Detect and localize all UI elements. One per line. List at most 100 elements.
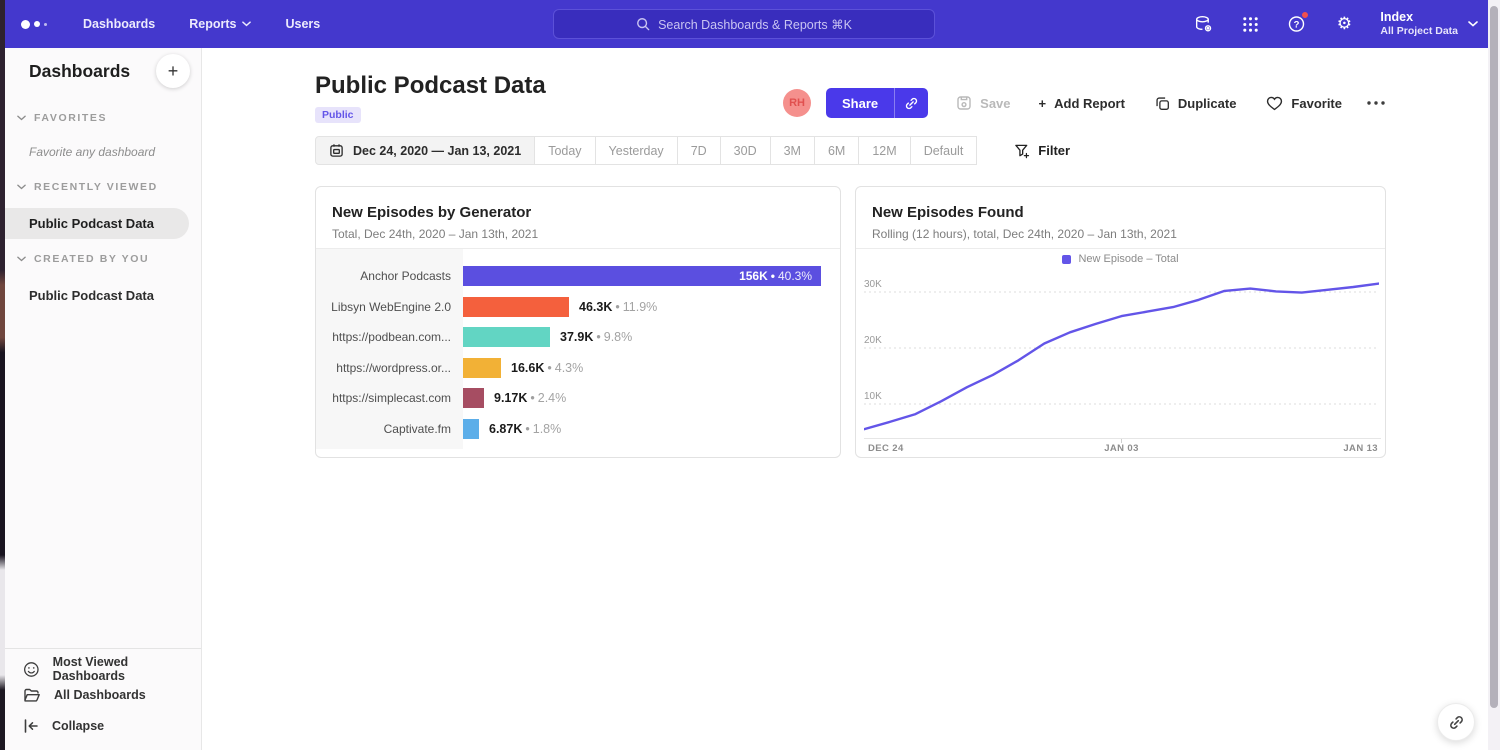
preset-30d[interactable]: 30D	[721, 136, 771, 165]
sidebar-footer: Most Viewed Dashboards All Dashboards Co…	[5, 648, 201, 750]
ellipsis-icon	[1366, 100, 1386, 106]
section-created-by-you[interactable]: CREATED BY YOU	[17, 253, 149, 265]
collapse-sidebar-button[interactable]: Collapse	[23, 719, 104, 733]
bar-wordpress[interactable]	[463, 358, 501, 378]
bar-category-label: https://wordpress.or...	[316, 358, 451, 378]
top-navigation: Dashboards Reports Users	[83, 17, 320, 31]
preset-yesterday[interactable]: Yesterday	[596, 136, 678, 165]
data-sources-icon[interactable]	[1192, 13, 1214, 35]
chevron-down-icon	[17, 115, 26, 121]
bar-value-label: 46.3K•11.9%	[579, 297, 657, 317]
save-button[interactable]: Save	[956, 95, 1010, 111]
chart-title: New Episodes by Generator	[332, 204, 531, 221]
bar-category-label: https://simplecast.com	[316, 388, 451, 408]
workspace-switcher[interactable]: Index All Project Data	[1380, 10, 1478, 39]
nav-reports-label: Reports	[189, 17, 236, 31]
apps-grid-icon[interactable]	[1239, 13, 1261, 35]
save-icon	[956, 95, 972, 111]
duplicate-button[interactable]: Duplicate	[1155, 96, 1237, 111]
settings-gear-icon[interactable]: ⚙	[1333, 13, 1355, 35]
chart-subtitle: Total, Dec 24th, 2020 – Jan 13th, 2021	[332, 227, 538, 241]
chevron-down-icon	[242, 21, 251, 27]
plus-icon: +	[1039, 97, 1047, 110]
bar-category-label: Anchor Podcasts	[316, 266, 451, 286]
preset-7d[interactable]: 7D	[678, 136, 721, 165]
preset-default[interactable]: Default	[911, 136, 978, 165]
workspace-name: Index	[1380, 10, 1458, 26]
folder-icon	[23, 687, 41, 703]
bar-value-inside: 156K•40.3%	[463, 266, 821, 286]
chart-subtitle: Rolling (12 hours), total, Dec 24th, 202…	[872, 227, 1177, 241]
plus-icon: +	[168, 61, 179, 82]
section-favorites[interactable]: FAVORITES	[17, 112, 107, 124]
search-input[interactable]: Search Dashboards & Reports ⌘K	[553, 9, 935, 39]
preset-3m[interactable]: 3M	[771, 136, 815, 165]
help-icon[interactable]: ?	[1286, 13, 1308, 35]
preset-label: 30D	[734, 144, 757, 158]
bar-value-label: 9.17K•2.4%	[494, 388, 566, 408]
bar-value-label: 6.87K•1.8%	[489, 419, 561, 439]
copy-link-button[interactable]	[894, 88, 928, 118]
legend-swatch	[1062, 255, 1071, 264]
collapse-label: Collapse	[52, 719, 104, 733]
filter-button[interactable]: Filter	[1014, 143, 1070, 159]
all-dashboards-label: All Dashboards	[54, 688, 146, 702]
preset-today[interactable]: Today	[535, 136, 595, 165]
bar-simplecast[interactable]	[463, 388, 484, 408]
recently-viewed-header: RECENTLY VIEWED	[34, 181, 158, 193]
chevron-down-icon	[17, 184, 26, 190]
sidebar-title: Dashboards	[29, 61, 130, 82]
preset-12m[interactable]: 12M	[859, 136, 910, 165]
sidebar-item-public-podcast-data-active[interactable]: Public Podcast Data	[5, 208, 189, 239]
bar-value-label: 37.9K•9.8%	[560, 327, 632, 347]
nav-dashboards-label: Dashboards	[83, 17, 155, 31]
heart-icon	[1266, 96, 1283, 111]
page-title: Public Podcast Data	[315, 72, 546, 100]
add-dashboard-button[interactable]: +	[156, 54, 190, 88]
floating-copy-link-button[interactable]	[1437, 703, 1475, 741]
favorites-empty-text: Favorite any dashboard	[29, 145, 155, 159]
sidebar-item-label: Public Podcast Data	[29, 216, 154, 231]
visibility-badge: Public	[315, 107, 361, 123]
date-range-picker[interactable]: Dec 24, 2020 — Jan 13, 2021	[315, 136, 535, 165]
add-report-button[interactable]: + Add Report	[1039, 96, 1125, 111]
app-logo-icon[interactable]	[21, 20, 65, 29]
chevron-down-icon	[17, 256, 26, 262]
line-plot[interactable]	[864, 271, 1379, 439]
sidebar-item-public-podcast-data[interactable]: Public Podcast Data	[29, 288, 154, 303]
sidebar: Dashboards + FAVORITES Favorite any dash…	[5, 48, 202, 750]
nav-dashboards[interactable]: Dashboards	[83, 17, 155, 31]
most-viewed-label: Most Viewed Dashboards	[53, 655, 201, 683]
card-new-episodes-by-generator[interactable]: New Episodes by Generator Total, Dec 24t…	[315, 186, 841, 458]
all-dashboards-link[interactable]: All Dashboards	[23, 687, 146, 703]
preset-6m[interactable]: 6M	[815, 136, 859, 165]
scrollbar-thumb[interactable]	[1490, 6, 1498, 708]
share-button-main[interactable]: Share	[826, 88, 894, 118]
share-button[interactable]: Share	[826, 88, 928, 118]
bar-libsyn[interactable]	[463, 297, 569, 317]
notification-dot	[1301, 11, 1309, 19]
x-axis-tick: JAN 13	[1343, 443, 1378, 454]
x-axis-tick: DEC 24	[868, 443, 904, 454]
page-scrollbar[interactable]	[1488, 0, 1500, 750]
card-new-episodes-found[interactable]: New Episodes Found Rolling (12 hours), t…	[855, 186, 1386, 458]
topbar-right: ? ⚙ Index All Project Data	[1192, 0, 1478, 48]
bar-category-label: https://podbean.com...	[316, 327, 451, 347]
preset-label: Yesterday	[609, 144, 664, 158]
bar-category-label: Captivate.fm	[316, 419, 451, 439]
nav-users[interactable]: Users	[285, 17, 320, 31]
favorite-button[interactable]: Favorite	[1266, 96, 1342, 111]
most-viewed-dashboards-link[interactable]: Most Viewed Dashboards	[23, 655, 201, 683]
nav-reports[interactable]: Reports	[189, 17, 251, 31]
data-line	[864, 284, 1379, 430]
bar-captivate[interactable]	[463, 419, 479, 439]
preset-label: 3M	[784, 144, 801, 158]
section-recently-viewed[interactable]: RECENTLY VIEWED	[17, 181, 158, 193]
favorite-label: Favorite	[1291, 96, 1342, 111]
avatar[interactable]: RH	[783, 89, 811, 117]
more-options-button[interactable]	[1366, 100, 1386, 106]
legend-label: New Episode – Total	[1078, 253, 1178, 265]
duplicate-icon	[1155, 96, 1170, 111]
smiley-icon	[23, 661, 40, 678]
bar-podbean[interactable]	[463, 327, 550, 347]
